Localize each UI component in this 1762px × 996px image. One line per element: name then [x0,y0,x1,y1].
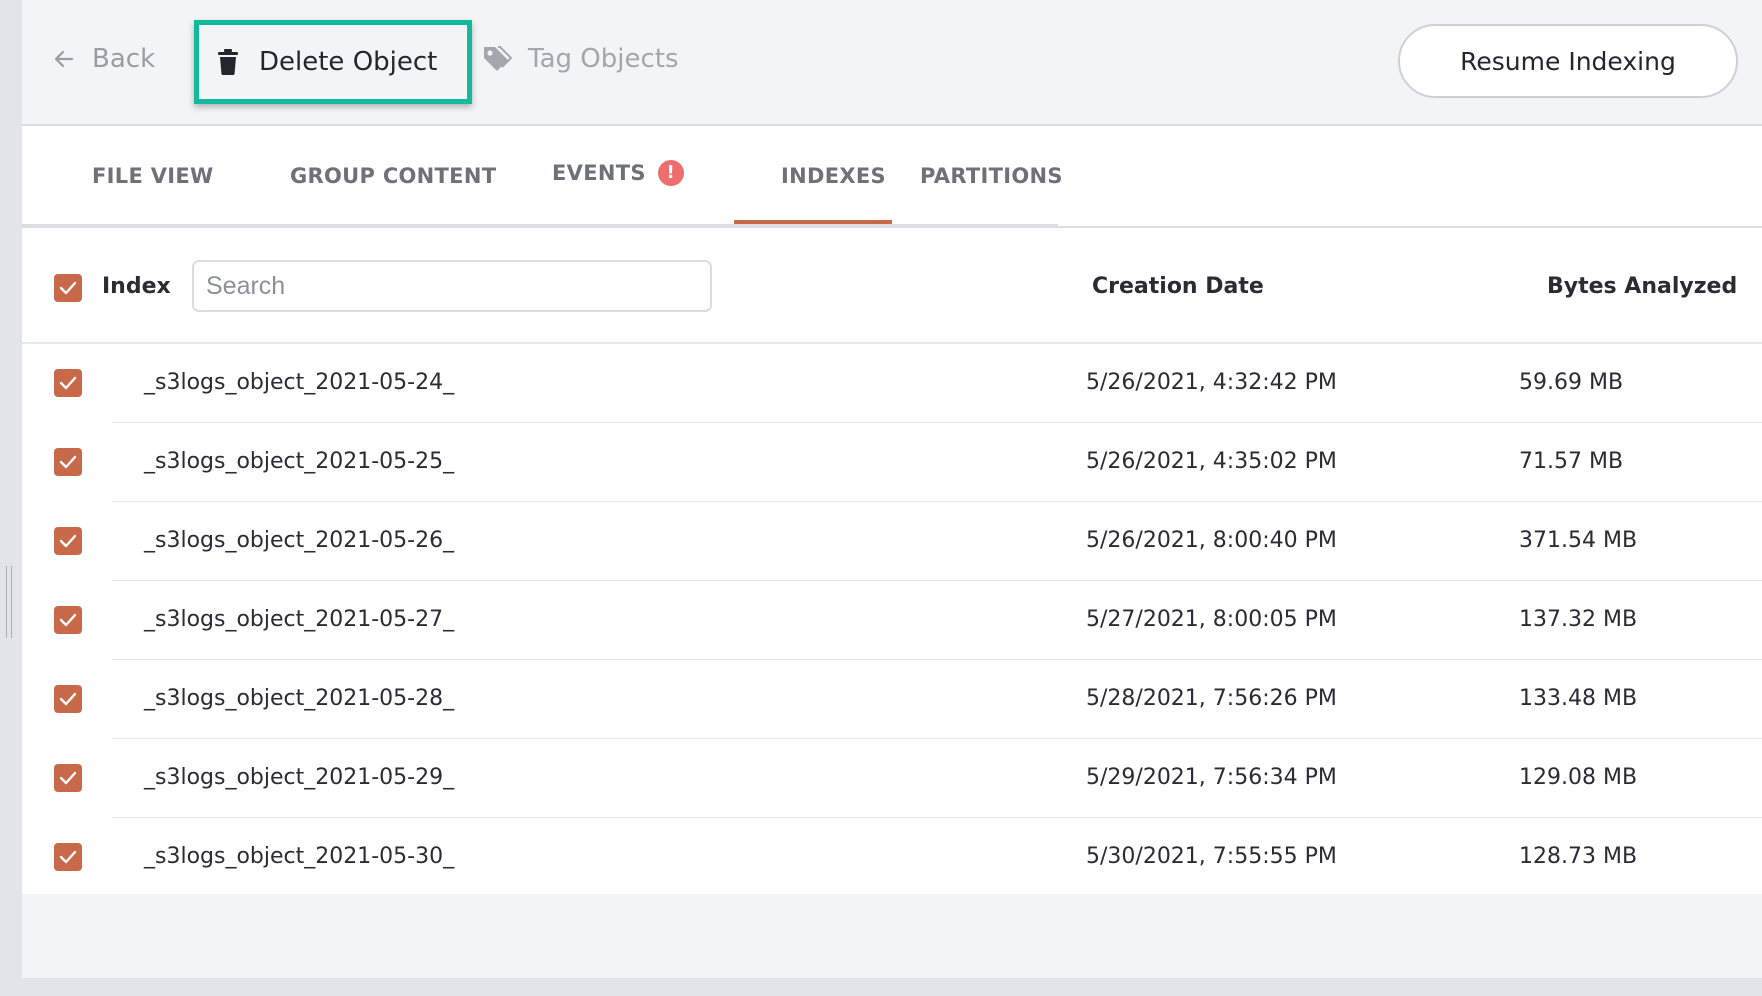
delete-object-highlight: Delete Object [194,20,472,104]
table-row[interactable]: _s3logs_object_2021-05-28_ 5/28/2021, 7:5… [22,660,1762,739]
tab-partitions[interactable]: PARTITIONS [920,164,1063,188]
check-icon [59,455,77,469]
table-row[interactable]: _s3logs_object_2021-05-26_ 5/26/2021, 8:0… [22,502,1762,581]
check-icon [59,376,77,390]
back-label: Back [92,44,156,74]
bytes-analyzed: 371.54 MB [1519,528,1638,553]
bytes-analyzed: 129.08 MB [1519,765,1638,790]
index-name: _s3logs_object_2021-05-30_ [144,844,455,869]
row-checkbox[interactable] [54,448,82,476]
row-checkbox[interactable] [54,527,82,555]
row-checkbox[interactable] [54,764,82,792]
tab-events[interactable]: EVENTS! [552,160,684,186]
table-row[interactable]: _s3logs_object_2021-05-30_ 5/30/2021, 7:5… [22,818,1762,897]
search-input[interactable] [192,260,712,312]
toolbar: Back Delete Object Tag Objects Resume In… [22,0,1762,126]
tag-objects-button[interactable]: Tag Objects [482,44,679,74]
bottom-strip [0,978,1762,996]
arrow-left-icon [54,50,74,68]
bytes-analyzed: 128.73 MB [1519,844,1638,869]
table-header: Index Creation Date Bytes Analyzed [22,228,1762,344]
active-tab-indicator [734,220,892,224]
table-row[interactable]: _s3logs_object_2021-05-27_ 5/27/2021, 8:0… [22,581,1762,660]
alert-icon: ! [657,160,684,186]
tab-file-view[interactable]: FILE VIEW [92,164,213,188]
creation-date: 5/28/2021, 7:56:26 PM [1086,686,1337,711]
index-name: _s3logs_object_2021-05-25_ [144,449,455,474]
creation-date: 5/30/2021, 7:55:55 PM [1086,844,1337,869]
tab-label: GROUP CONTENT [290,164,497,188]
creation-date-column-header[interactable]: Creation Date [1092,274,1264,299]
index-name: _s3logs_object_2021-05-27_ [144,607,455,632]
table-row[interactable]: _s3logs_object_2021-05-25_ 5/26/2021, 4:3… [22,423,1762,502]
bytes-analyzed: 137.32 MB [1519,607,1638,632]
check-icon [59,534,77,548]
bytes-analyzed: 71.57 MB [1519,449,1624,474]
row-checkbox[interactable] [54,606,82,634]
index-name: _s3logs_object_2021-05-26_ [144,528,455,553]
row-checkbox[interactable] [54,685,82,713]
creation-date: 5/26/2021, 4:32:42 PM [1086,370,1337,395]
delete-object-label: Delete Object [259,47,438,77]
resize-handle[interactable] [6,566,12,638]
row-checkbox[interactable] [54,843,82,871]
tab-label: EVENTS [552,161,646,185]
tag-objects-label: Tag Objects [528,44,679,74]
tab-group-content[interactable]: GROUP CONTENT [290,164,496,188]
index-column-header[interactable]: Index [102,274,171,299]
check-icon [59,613,77,627]
tab-label: INDEXES [781,164,886,188]
check-icon [59,281,77,295]
creation-date: 5/26/2021, 8:00:40 PM [1086,528,1337,553]
trash-icon [218,49,238,75]
tab-bar: FILE VIEW GROUP CONTENT EVENTS! INDEXES … [22,126,1762,226]
bytes-analyzed-column-header[interactable]: Bytes Analyzed [1547,274,1737,299]
check-icon [59,850,77,864]
bytes-analyzed: 59.69 MB [1519,370,1624,395]
resume-indexing-button[interactable]: Resume Indexing [1398,24,1738,98]
indexes-table: Index Creation Date Bytes Analyzed _s3lo… [22,226,1762,894]
tab-label: PARTITIONS [920,164,1063,188]
select-all-checkbox[interactable] [54,274,82,302]
resume-indexing-label: Resume Indexing [1460,46,1676,76]
left-rail [0,0,22,996]
tab-indexes[interactable]: INDEXES [781,164,886,188]
bytes-analyzed: 133.48 MB [1519,686,1638,711]
tag-icon [484,46,512,71]
row-checkbox[interactable] [54,369,82,397]
back-button[interactable]: Back [52,44,155,74]
index-name: _s3logs_object_2021-05-28_ [144,686,455,711]
check-icon [59,692,77,706]
table-row[interactable]: _s3logs_object_2021-05-24_ 5/26/2021, 4:3… [22,344,1762,423]
creation-date: 5/26/2021, 4:35:02 PM [1086,449,1337,474]
creation-date: 5/27/2021, 8:00:05 PM [1086,607,1337,632]
delete-object-button[interactable]: Delete Object [217,47,437,77]
tab-label: FILE VIEW [92,164,214,188]
creation-date: 5/29/2021, 7:56:34 PM [1086,765,1337,790]
index-name: _s3logs_object_2021-05-29_ [144,765,455,790]
index-name: _s3logs_object_2021-05-24_ [144,370,455,395]
check-icon [59,771,77,785]
table-row[interactable]: _s3logs_object_2021-05-29_ 5/29/2021, 7:5… [22,739,1762,818]
